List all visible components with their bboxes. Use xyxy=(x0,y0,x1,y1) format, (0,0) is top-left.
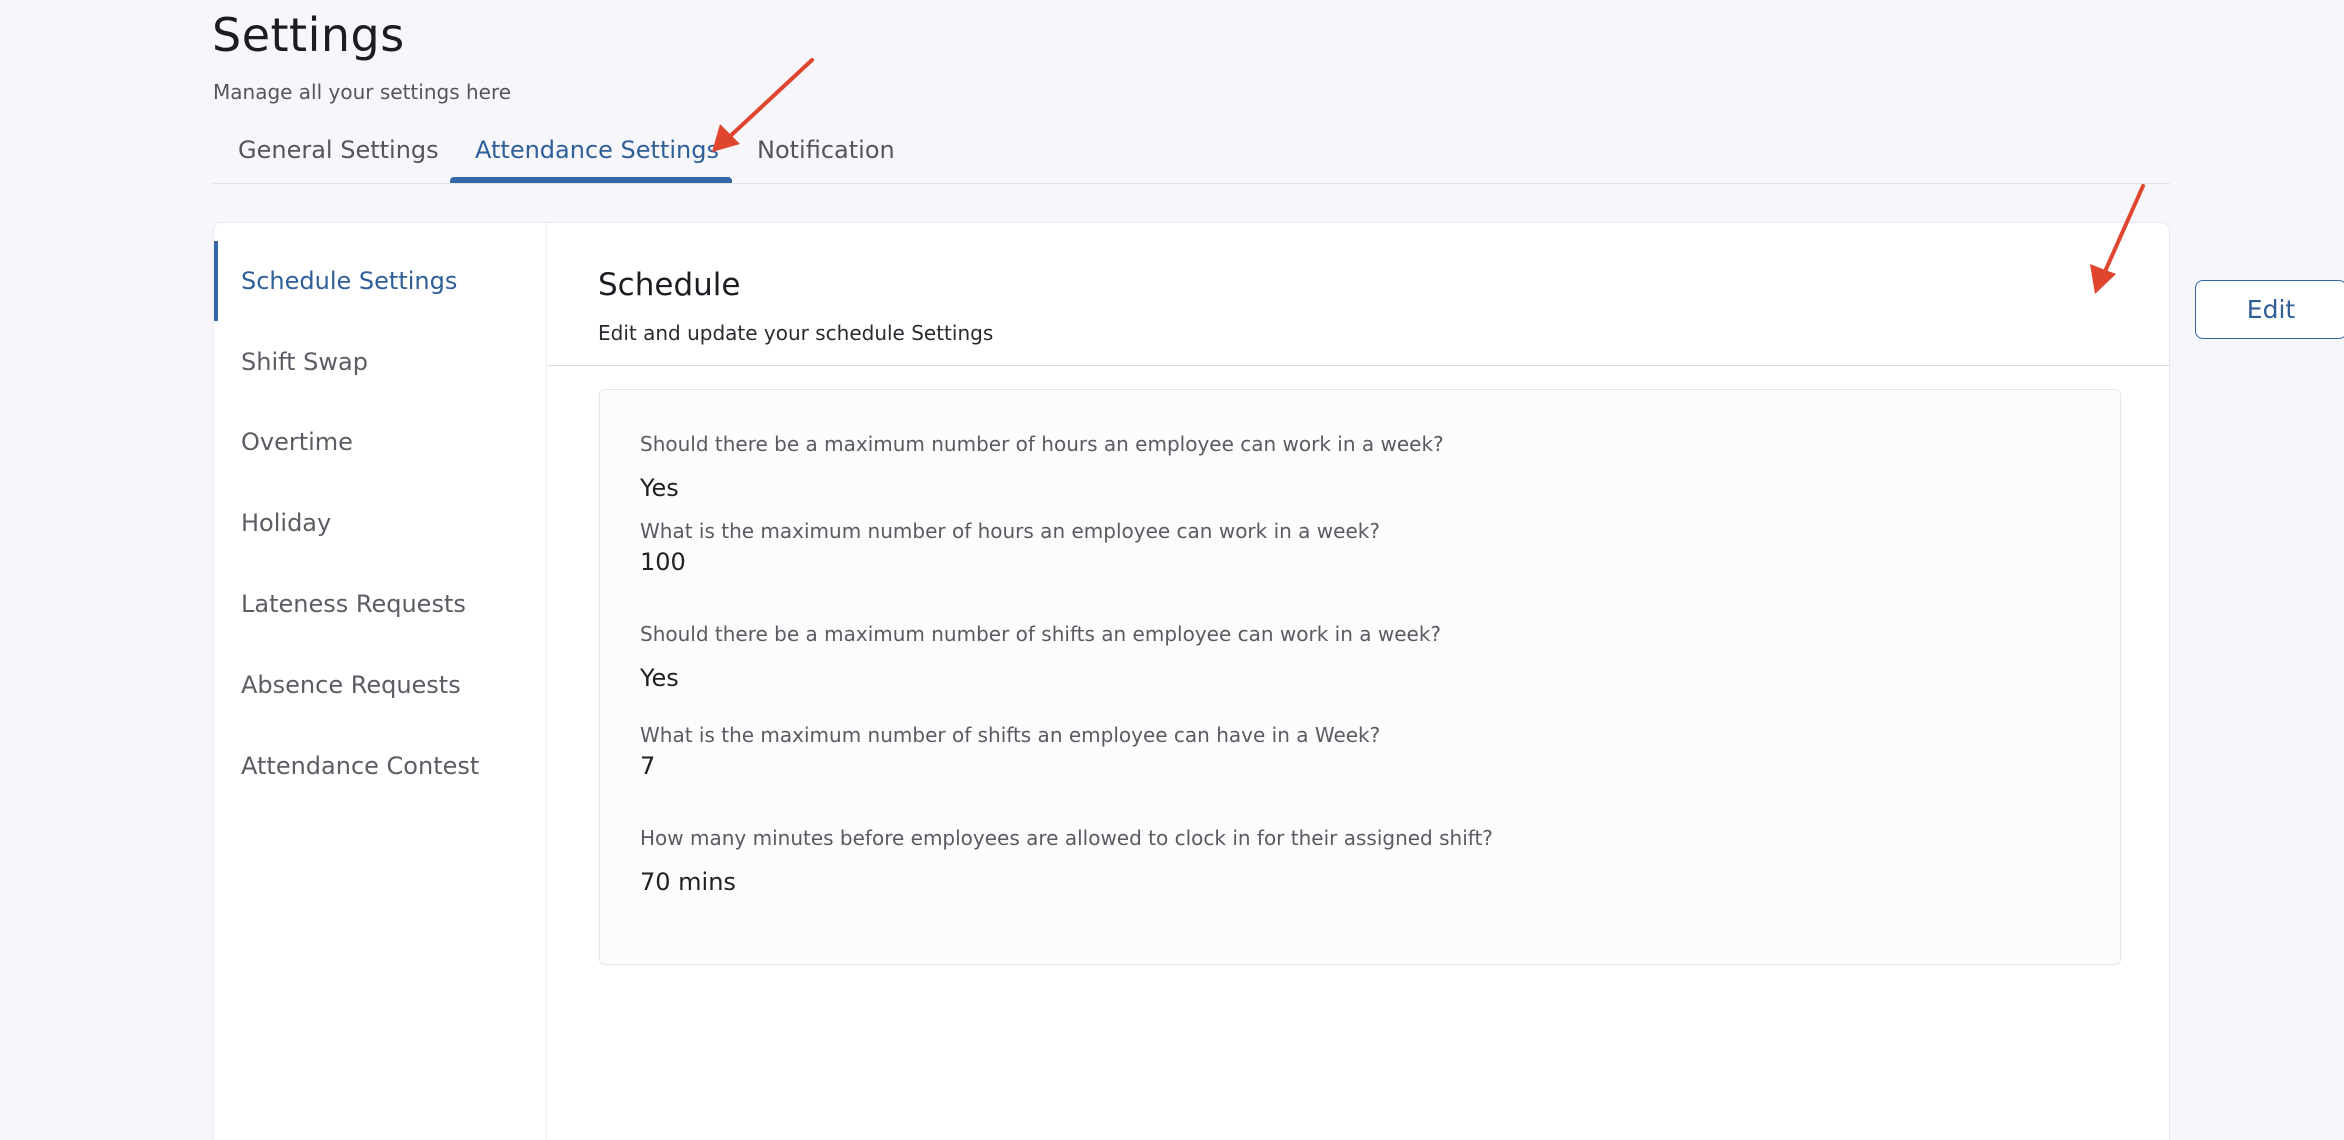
page-subtitle: Manage all your settings here xyxy=(213,80,512,104)
sidebar-item-schedule-settings[interactable]: Schedule Settings xyxy=(214,241,547,321)
tab-attendance-settings[interactable]: Attendance Settings xyxy=(475,136,719,164)
tab-notification[interactable]: Notification xyxy=(757,136,895,164)
sidebar-item-label: Holiday xyxy=(241,509,332,537)
active-tab-indicator xyxy=(450,177,732,183)
sidebar-item-holiday[interactable]: Holiday xyxy=(214,483,547,563)
section-title: Schedule xyxy=(598,267,741,303)
sidebar-item-overtime[interactable]: Overtime xyxy=(214,402,547,482)
sidebar-item-shift-swap[interactable]: Shift Swap xyxy=(214,322,547,402)
setting-answer-max-hours-enabled: Yes xyxy=(640,474,679,502)
setting-answer-max-hours: 100 xyxy=(640,548,686,576)
sidebar-item-label: Shift Swap xyxy=(241,348,368,376)
setting-answer-clock-in-minutes: 70 mins xyxy=(640,868,736,896)
sidebar-item-label: Lateness Requests xyxy=(241,590,466,618)
setting-question-max-hours-enabled: Should there be a maximum number of hour… xyxy=(640,432,1444,456)
settings-card: Schedule Settings Shift Swap Overtime Ho… xyxy=(213,222,2344,1140)
settings-page: Settings Manage all your settings here G… xyxy=(0,0,2344,1140)
setting-question-max-shifts: What is the maximum number of shifts an … xyxy=(640,723,1381,747)
sidebar-item-label: Attendance Contest xyxy=(241,752,480,780)
sidebar-item-attendance-contest[interactable]: Attendance Contest xyxy=(214,726,547,806)
setting-answer-max-shifts: 7 xyxy=(640,752,656,780)
sidebar-item-absence-requests[interactable]: Absence Requests xyxy=(214,645,547,725)
page-title: Settings xyxy=(212,8,405,62)
setting-answer-max-shifts-enabled: Yes xyxy=(640,664,679,692)
tab-general-settings[interactable]: General Settings xyxy=(238,136,439,164)
sidebar-item-label: Absence Requests xyxy=(241,671,461,699)
section-subtitle: Edit and update your schedule Settings xyxy=(598,321,994,345)
schedule-settings-panel: Should there be a maximum number of hour… xyxy=(599,389,2121,965)
section-header: Schedule Edit and update your schedule S… xyxy=(548,223,2344,366)
settings-tabs: General Settings Attendance Settings Not… xyxy=(213,122,2170,184)
edit-button[interactable]: Edit xyxy=(2195,280,2344,339)
setting-question-max-hours: What is the maximum number of hours an e… xyxy=(640,519,1380,543)
sidebar-item-lateness-requests[interactable]: Lateness Requests xyxy=(214,564,547,644)
sidebar-item-label: Schedule Settings xyxy=(241,267,458,295)
sidebar-item-label: Overtime xyxy=(241,428,353,456)
setting-question-clock-in-minutes: How many minutes before employees are al… xyxy=(640,826,1493,850)
settings-sidebar: Schedule Settings Shift Swap Overtime Ho… xyxy=(214,223,547,1140)
setting-question-max-shifts-enabled: Should there be a maximum number of shif… xyxy=(640,622,1442,646)
